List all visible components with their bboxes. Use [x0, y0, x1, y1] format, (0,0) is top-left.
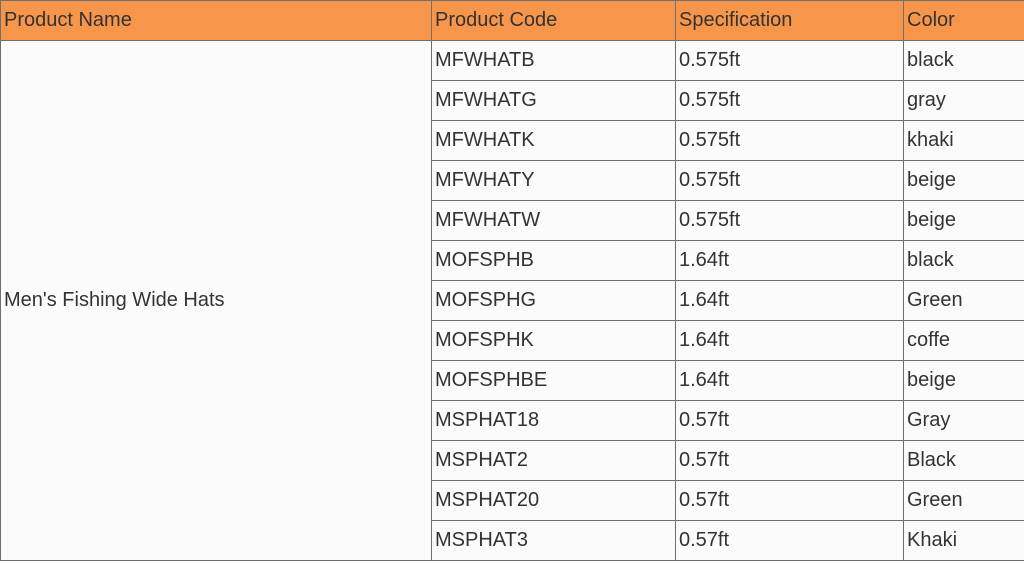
table-row: Men's Fishing Wide Hats MFWHATB 0.575ft …: [0, 40, 1024, 561]
color-cell: Green: [903, 280, 1024, 321]
color-cell: gray: [903, 80, 1024, 121]
specification-cell: 0.57ft: [675, 440, 904, 481]
specification-cell: 0.57ft: [675, 520, 904, 561]
color-cell: beige: [903, 360, 1024, 401]
header-product-name: Product Name: [0, 0, 432, 41]
product-code-cell: MSPHAT3: [431, 520, 676, 561]
specification-cell: 0.575ft: [675, 160, 904, 201]
header-product-code: Product Code: [431, 0, 676, 41]
specification-cell: 1.64ft: [675, 240, 904, 281]
specification-cell: 0.575ft: [675, 200, 904, 241]
product-code-cell: MSPHAT20: [431, 480, 676, 521]
color-cell: beige: [903, 160, 1024, 201]
specification-cell: 0.57ft: [675, 480, 904, 521]
color-cell: khaki: [903, 120, 1024, 161]
product-code-cell: MOFSPHK: [431, 320, 676, 361]
product-code-cell: MOFSPHB: [431, 240, 676, 281]
product-code-cell: MFWHATB: [431, 40, 676, 81]
product-name-cell: Men's Fishing Wide Hats: [0, 40, 432, 561]
specification-cell: 0.575ft: [675, 120, 904, 161]
header-color: Color: [903, 0, 1024, 41]
specification-cell: 1.64ft: [675, 320, 904, 361]
color-cell: coffe: [903, 320, 1024, 361]
color-cell: beige: [903, 200, 1024, 241]
header-row: Product Name Product Code Specification …: [0, 0, 1024, 41]
color-cell: Green: [903, 480, 1024, 521]
product-code-cell: MSPHAT18: [431, 400, 676, 441]
table-body: Men's Fishing Wide Hats MFWHATB 0.575ft …: [0, 40, 1024, 561]
product-code-cell: MFWHATY: [431, 160, 676, 201]
header-specification: Specification: [675, 0, 904, 41]
color-cell: black: [903, 240, 1024, 281]
specification-cell: 0.575ft: [675, 80, 904, 121]
color-cell: Gray: [903, 400, 1024, 441]
product-code-cell: MFWHATK: [431, 120, 676, 161]
product-table: Product Name Product Code Specification …: [0, 0, 1024, 561]
color-cell: Khaki: [903, 520, 1024, 561]
specification-cell: 0.575ft: [675, 40, 904, 81]
product-code-cell: MOFSPHG: [431, 280, 676, 321]
product-code-cell: MSPHAT2: [431, 440, 676, 481]
color-cell: Black: [903, 440, 1024, 481]
product-code-cell: MOFSPHBE: [431, 360, 676, 401]
specification-cell: 1.64ft: [675, 280, 904, 321]
color-cell: black: [903, 40, 1024, 81]
product-code-cell: MFWHATG: [431, 80, 676, 121]
specification-cell: 1.64ft: [675, 360, 904, 401]
product-code-cell: MFWHATW: [431, 200, 676, 241]
specification-cell: 0.57ft: [675, 400, 904, 441]
table-header: Product Name Product Code Specification …: [0, 0, 1024, 41]
